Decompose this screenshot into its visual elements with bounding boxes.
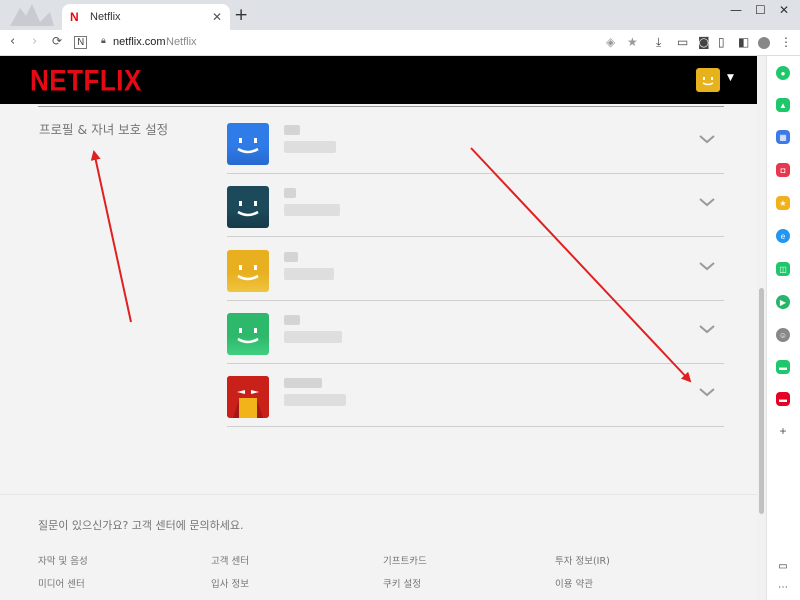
chevron-down-icon[interactable]	[697, 131, 717, 145]
profile-name-redacted	[284, 251, 298, 262]
close-tab-icon[interactable]: ✕	[212, 10, 222, 24]
profile-name-redacted	[284, 188, 296, 199]
video-icon[interactable]: ▭	[677, 35, 688, 49]
sidebar-icon[interactable]: ◧	[738, 35, 749, 49]
chevron-down-icon[interactable]	[697, 258, 717, 272]
profile-row[interactable]	[227, 111, 724, 174]
maximize-button[interactable]: ☐	[755, 3, 766, 17]
side-app-icon[interactable]: ▲	[776, 98, 790, 112]
tab-netflix[interactable]: N Netflix ✕	[62, 4, 230, 30]
smile-icon	[702, 77, 714, 86]
address-bar: ‹ › ⟳ N 🔒︎ netflix.com Netflix ◈ ★ ⤓ ▭ ◙…	[0, 30, 800, 56]
side-app-icon[interactable]: ●	[776, 66, 790, 80]
side-app-icon[interactable]: e	[776, 229, 790, 243]
netflix-favicon-icon: N	[70, 10, 79, 24]
profile-avatar	[227, 186, 269, 229]
camera-icon[interactable]: ◙	[698, 35, 710, 49]
profile-detail-redacted	[284, 267, 334, 280]
account-avatar[interactable]	[696, 68, 720, 92]
profile-row[interactable]	[227, 364, 724, 428]
profile-avatar	[227, 376, 269, 419]
chevron-down-icon[interactable]	[697, 194, 717, 208]
smile-icon	[237, 138, 259, 154]
info-icon[interactable]: ▯	[718, 35, 725, 49]
profile-icon[interactable]	[758, 37, 770, 49]
profile-detail-redacted	[284, 141, 336, 153]
new-tab-button[interactable]: +	[234, 5, 248, 25]
side-add-icon[interactable]: +	[776, 424, 790, 438]
tab-title: Netflix	[90, 11, 121, 23]
forward-icon[interactable]: ›	[32, 34, 37, 49]
profile-detail-redacted	[284, 330, 342, 343]
side-panel-toggle-icon[interactable]: ▭	[776, 559, 790, 573]
page-scrollbar[interactable]	[757, 56, 766, 600]
netflix-logo[interactable]: NETFLIX	[30, 63, 142, 99]
profile-detail-redacted	[284, 394, 346, 407]
profile-row[interactable]	[227, 238, 724, 301]
netflix-header: NETFLIX ▼	[0, 56, 757, 104]
smile-icon	[237, 201, 259, 217]
profile-row[interactable]	[227, 301, 724, 364]
profile-detail-redacted	[284, 204, 340, 217]
section-label: 프로필 & 자녀 보호 설정	[39, 122, 169, 137]
smile-icon	[237, 264, 259, 280]
menu-icon[interactable]: ⋮	[780, 35, 792, 49]
footer-link[interactable]: 입사 정보	[211, 576, 249, 590]
reader-icon[interactable]: N	[74, 36, 88, 49]
profile-name-redacted	[284, 314, 300, 325]
browser-logo-icon	[10, 4, 54, 26]
url-host[interactable]: netflix.com	[113, 36, 166, 48]
reload-icon[interactable]: ⟳	[52, 34, 62, 48]
side-app-icon[interactable]: ▦	[776, 130, 790, 144]
shield-icon[interactable]: ◈	[606, 35, 615, 49]
footer-link[interactable]: 기프트카드	[383, 553, 427, 567]
minimize-button[interactable]: —	[730, 3, 742, 17]
side-app-icon[interactable]: ▬	[776, 360, 790, 374]
side-app-icon[interactable]: ◫	[776, 262, 790, 276]
side-app-icon[interactable]: ★	[776, 196, 790, 210]
lock-icon[interactable]: 🔒︎	[101, 36, 106, 46]
close-window-button[interactable]: ✕	[779, 3, 789, 17]
browser-tab-bar: N Netflix ✕ + — ☐ ✕	[0, 0, 800, 30]
profile-avatar	[227, 123, 269, 165]
kids-icon	[227, 376, 269, 419]
footer-link[interactable]: 이용 약관	[555, 576, 593, 590]
footer-contact-text[interactable]: 질문이 있으신가요? 고객 센터에 문의하세요.	[38, 517, 243, 533]
url-page-title: Netflix	[166, 36, 197, 48]
footer-link[interactable]: 자막 및 음성	[38, 553, 88, 567]
download-icon[interactable]: ⤓	[656, 35, 661, 50]
chevron-down-icon[interactable]	[697, 384, 717, 398]
smile-icon	[237, 327, 259, 344]
profile-name-redacted	[284, 378, 322, 389]
profile-name-redacted	[284, 125, 300, 135]
side-app-icon[interactable]: ▬	[776, 392, 790, 406]
side-app-icon[interactable]: ◘	[776, 163, 790, 177]
side-more-icon[interactable]: ⋯	[776, 580, 790, 594]
section-divider	[38, 106, 724, 107]
side-app-icon[interactable]: ☺	[776, 328, 790, 342]
profile-settings-section: 프로필 & 자녀 보호 설정	[0, 104, 757, 494]
profile-row[interactable]	[227, 174, 724, 238]
profile-avatar	[227, 312, 269, 355]
chevron-down-icon[interactable]	[697, 321, 717, 335]
account-caret-icon[interactable]: ▼	[727, 73, 734, 83]
footer-link[interactable]: 미디어 센터	[38, 576, 85, 590]
profile-avatar	[227, 249, 269, 292]
footer: 질문이 있으신가요? 고객 센터에 문의하세요. 자막 및 음성 고객 센터 기…	[0, 494, 757, 600]
footer-link[interactable]: 고객 센터	[211, 553, 249, 567]
back-icon[interactable]: ‹	[10, 34, 15, 49]
footer-link[interactable]: 쿠키 설정	[383, 576, 421, 590]
bookmark-star-icon[interactable]: ★	[627, 35, 638, 49]
side-app-icon[interactable]: ▶	[776, 295, 790, 309]
browser-side-panel: ● ▲ ▦ ◘ ★ e ◫ ▶ ☺ ▬ ▬ + ▭ ⋯	[766, 56, 800, 600]
footer-link[interactable]: 투자 정보(IR)	[555, 553, 610, 567]
scrollbar-thumb[interactable]	[759, 288, 764, 514]
